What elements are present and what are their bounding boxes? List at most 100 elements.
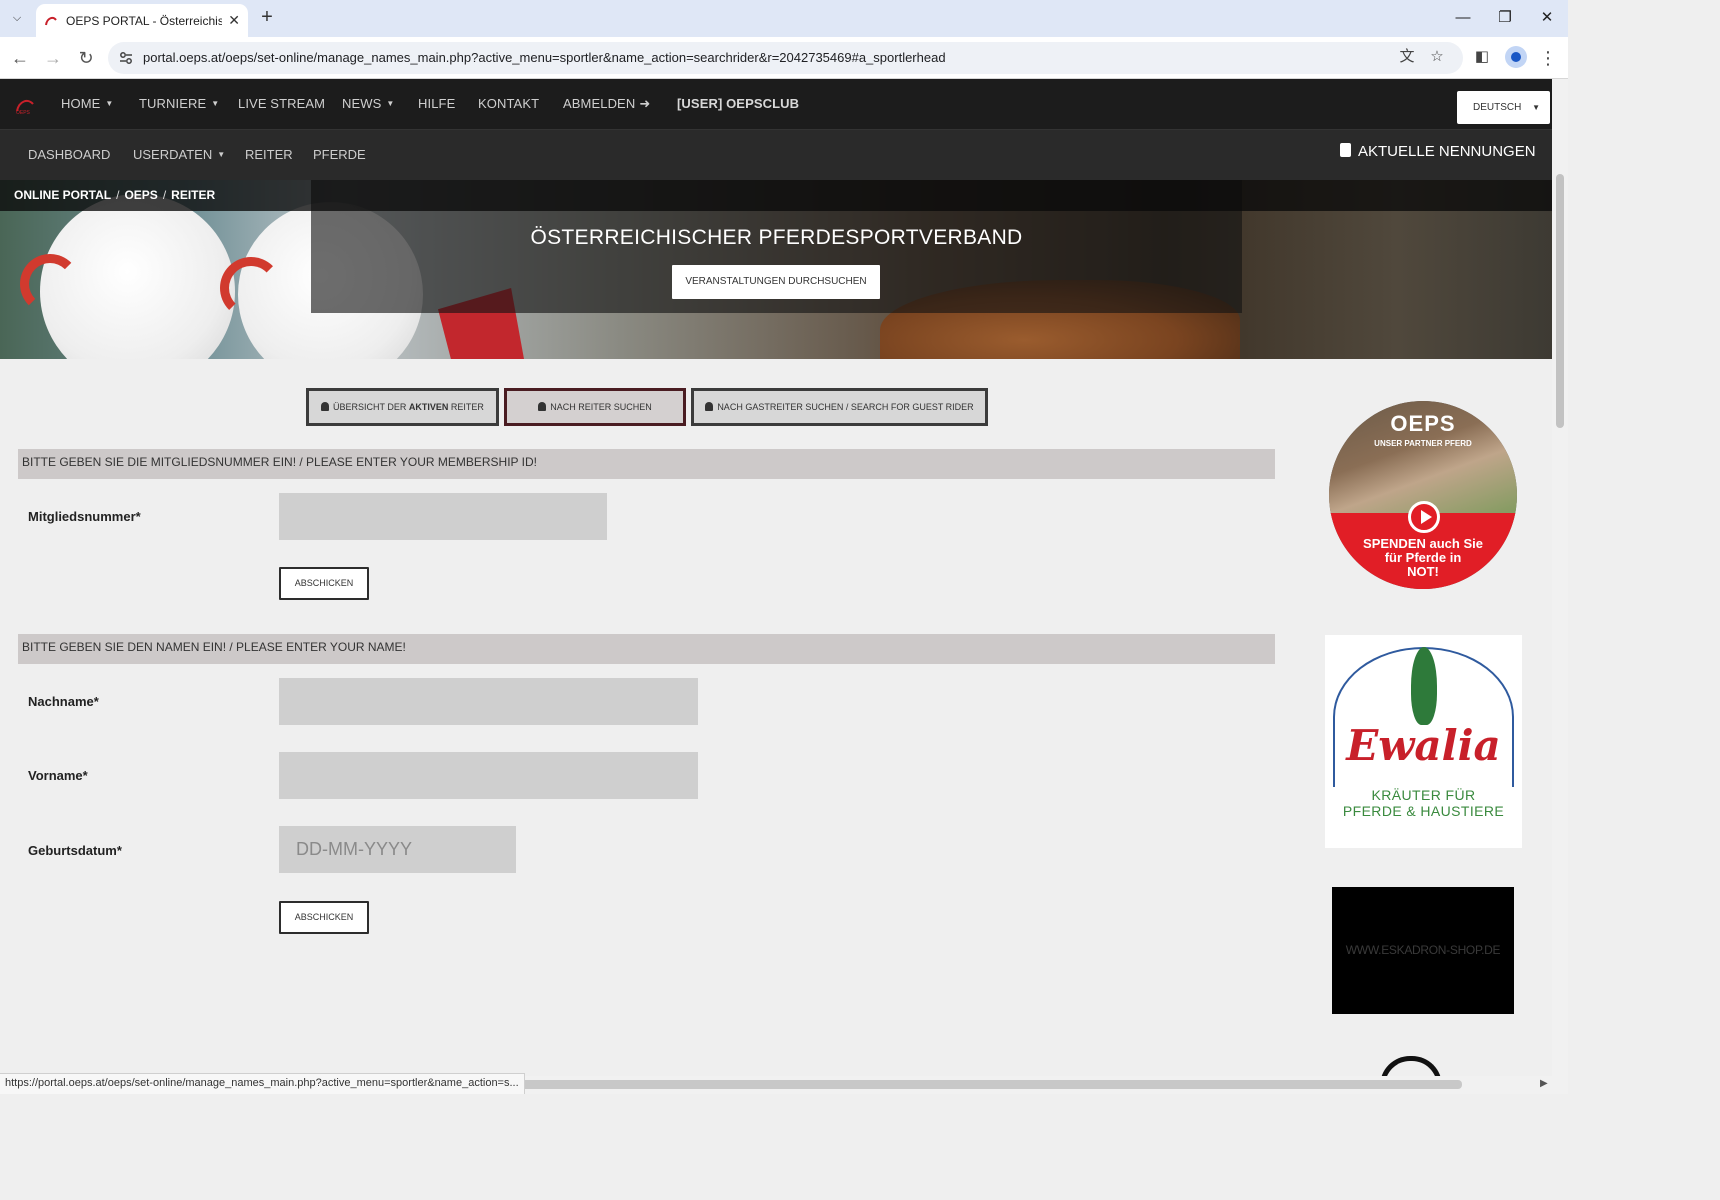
side-panel-icon[interactable]: ◧ (1472, 47, 1492, 67)
minimize-icon[interactable]: — (1451, 6, 1475, 30)
hero-title: ÖSTERREICHISCHER PFERDESPORTVERBAND (530, 226, 1023, 249)
ewalia-ad[interactable]: Ewalia KRÄUTER FÜR PFERDE & HAUSTIERE (1325, 635, 1522, 848)
nav-user[interactable]: [USER] OEPSCLUB (677, 96, 799, 111)
ad-oeps-cta-line3: NOT! (1407, 564, 1439, 579)
new-tab-icon[interactable]: + (256, 6, 278, 28)
scroll-right-icon[interactable]: ▶ (1540, 1078, 1548, 1089)
membership-label: Mitgliedsnummer* (28, 509, 141, 524)
svg-text:OEPS: OEPS (16, 110, 31, 115)
vertical-scrollbar[interactable] (1552, 79, 1568, 1094)
hero-banner: ONLINE PORTAL / OEPS / REITER ÖSTERREICHISCH… (0, 180, 1552, 359)
vertical-scroll-thumb[interactable] (1556, 174, 1564, 428)
browser-tab-bar: ⌵ OEPS PORTAL - Österreichische ✕ + — ❐ … (0, 0, 1568, 37)
overview-bold: AKTIVEN (408, 402, 449, 412)
restore-icon[interactable]: ❐ (1493, 6, 1517, 30)
search-guest-label: NACH GASTREITER SUCHEN / SEARCH FOR GUES… (717, 402, 974, 412)
membership-section-heading: BITTE GEBEN SIE DIE MITGLIEDSNUMMER EIN!… (18, 449, 1275, 479)
ad-oeps-cta: SPENDEN auch Sie für Pferde in NOT! (1329, 537, 1517, 579)
subnav-dashboard[interactable]: DASHBOARD (28, 147, 110, 162)
status-url-bar: https://portal.oeps.at/oeps/set-online/m… (0, 1073, 525, 1094)
close-window-icon[interactable]: ✕ (1535, 6, 1559, 30)
nav-news-label: NEWS (342, 96, 382, 111)
membership-submit-button[interactable]: ABSCHICKEN (279, 567, 369, 600)
translate-icon[interactable]: 文 (1397, 47, 1417, 67)
tab-search-button[interactable]: ⌵ (6, 7, 28, 29)
breadcrumb-oeps[interactable]: OEPS (124, 188, 157, 202)
nav-home[interactable]: HOME ▼ (61, 96, 113, 111)
bookmark-star-icon[interactable]: ☆ (1427, 47, 1447, 67)
logout-icon: ➜ (639, 96, 651, 111)
language-value: DEUTSCH (1473, 102, 1522, 113)
user-icon (321, 402, 330, 411)
birthdate-input[interactable] (279, 826, 516, 873)
chevron-down-icon: ▼ (1532, 103, 1540, 112)
site-top-nav: OEPS HOME ▼ TURNIERE ▼ LIVE STREAM NEWS ▼ H… (0, 79, 1552, 130)
overview-active-riders-button[interactable]: ÜBERSICHT DER AKTIVEN REITER (306, 388, 499, 426)
close-tab-icon[interactable]: ✕ (228, 12, 240, 29)
nav-turniere[interactable]: TURNIERE ▼ (139, 96, 219, 111)
browser-menu-icon[interactable]: ⋮ (1538, 46, 1558, 70)
membership-number-input[interactable] (279, 493, 607, 540)
lastname-input[interactable] (279, 678, 698, 725)
firstname-input[interactable] (279, 752, 698, 799)
chevron-down-icon: ▼ (211, 99, 220, 108)
ad-oeps-brand: OEPS (1390, 411, 1456, 436)
forward-icon[interactable]: → (41, 46, 65, 70)
language-select[interactable]: DEUTSCH ▼ (1457, 91, 1550, 124)
clipboard-icon (1340, 143, 1351, 157)
site-settings-icon[interactable] (118, 50, 134, 66)
url-field[interactable]: portal.oeps.at/oeps/set-online/manage_na… (108, 42, 1463, 74)
browser-tab[interactable]: OEPS PORTAL - Österreichische ✕ (36, 4, 248, 37)
reload-icon[interactable]: ↻ (74, 46, 98, 70)
oeps-donation-ad[interactable]: OEPS UNSER PARTNER PFERD SPENDEN auch Si… (1329, 401, 1517, 589)
breadcrumb-reiter: REITER (171, 188, 216, 202)
show-jump-ball-image (20, 194, 235, 359)
chevron-down-icon: ▼ (386, 99, 395, 108)
site-sub-nav: DASHBOARD USERDATEN ▼ REITER PFERDE AKTUE… (0, 130, 1552, 180)
ad-oeps-cta-line2: für Pferde in (1384, 550, 1462, 565)
name-submit-button[interactable]: ABSCHICKEN (279, 901, 369, 934)
aktuelle-nennungen-link[interactable]: AKTUELLE NENNUNGEN (1340, 143, 1536, 160)
breadcrumb-online-portal[interactable]: ONLINE PORTAL (14, 188, 111, 202)
firstname-label: Vorname* (28, 768, 88, 783)
oeps-logo-icon[interactable]: OEPS (14, 93, 36, 115)
nav-abmelden-label: ABMELDEN (563, 96, 636, 111)
search-guest-rider-button[interactable]: NACH GASTREITER SUCHEN / SEARCH FOR GUES… (691, 388, 988, 426)
search-rider-button[interactable]: NACH REITER SUCHEN (504, 388, 686, 426)
nav-hilfe[interactable]: HILFE (418, 96, 455, 111)
subnav-userdaten[interactable]: USERDATEN ▼ (133, 147, 225, 162)
ad-oeps-sub: UNSER PARTNER PFERD (1374, 439, 1472, 448)
name-section-heading: BITTE GEBEN SIE DEN NAMEN EIN! / PLEASE … (18, 634, 1275, 664)
nav-abmelden[interactable]: ABMELDEN ➜ (563, 96, 650, 112)
back-icon[interactable]: ← (8, 46, 32, 70)
search-events-button[interactable]: VERANSTALTUNGEN DURCHSUCHEN (672, 265, 880, 299)
subnav-userdaten-label: USERDATEN (133, 147, 213, 162)
aktuelle-nennungen-label: AKTUELLE NENNUNGEN (1358, 143, 1536, 160)
tab-title: OEPS PORTAL - Österreichische (66, 13, 223, 28)
nav-turniere-label: TURNIERE (139, 96, 207, 111)
subnav-pferde[interactable]: PFERDE (313, 147, 366, 162)
birthdate-label: Geburtsdatum* (28, 843, 122, 858)
ewalia-line2: PFERDE & HAUSTIERE (1342, 803, 1505, 819)
user-plus-icon (538, 402, 547, 411)
ewalia-line1: KRÄUTER FÜR (1371, 787, 1476, 803)
user-plus-icon (705, 402, 714, 411)
play-icon[interactable] (1408, 501, 1440, 533)
nav-live-stream[interactable]: LIVE STREAM (238, 96, 325, 111)
chevron-down-icon: ▼ (217, 150, 226, 159)
nav-kontakt[interactable]: KONTAKT (478, 96, 539, 111)
lastname-label: Nachname* (28, 694, 99, 709)
subnav-reiter[interactable]: REITER (245, 147, 293, 162)
herb-icon (1411, 647, 1437, 725)
url-text: portal.oeps.at/oeps/set-online/manage_na… (143, 50, 946, 65)
chevron-down-icon: ▼ (105, 99, 114, 108)
horizontal-scroll-thumb[interactable] (520, 1080, 1462, 1089)
eskadron-ad[interactable]: WWW.ESKADRON-SHOP.DE (1332, 887, 1514, 1014)
nav-news[interactable]: NEWS ▼ (342, 96, 394, 111)
overview-post: REITER (448, 402, 484, 412)
nav-home-label: HOME (61, 96, 101, 111)
ad-oeps-cta-line1: SPENDEN auch Sie (1363, 536, 1483, 551)
overview-pre: ÜBERSICHT DER (333, 402, 409, 412)
oeps-favicon-icon (45, 16, 57, 25)
profile-avatar-icon[interactable] (1505, 46, 1527, 68)
